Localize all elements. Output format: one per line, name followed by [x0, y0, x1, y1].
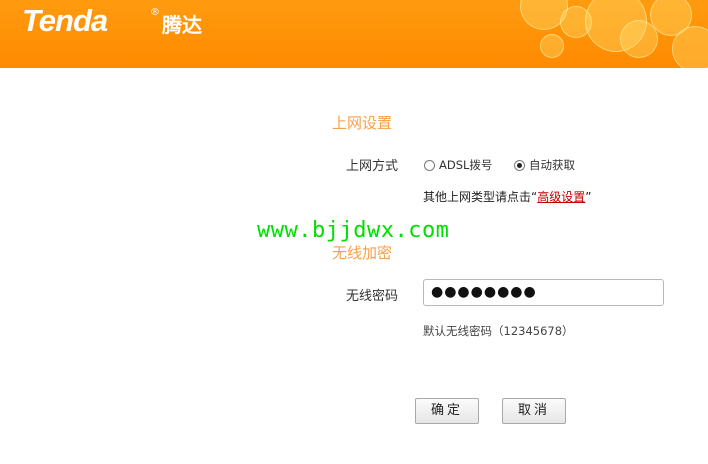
wireless-password-label: 无线密码	[346, 289, 399, 304]
wireless-encryption-title: 无线加密	[332, 244, 393, 262]
brand-logo-cn: 腾达	[162, 13, 202, 37]
header-banner: Tenda ® 腾达	[0, 0, 708, 68]
advanced-settings-hint: 其他上网类型请点击“高级设置”	[423, 190, 592, 204]
watermark-text: www.bjjdwx.com	[257, 218, 450, 243]
confirm-button[interactable]: 确定	[415, 398, 479, 424]
wireless-password-input[interactable]: ●●●●●●●●	[423, 279, 664, 306]
radio-auto-button[interactable]	[514, 159, 525, 171]
radio-adsl[interactable]: ADSL拨号	[424, 157, 492, 173]
connection-mode-label: 上网方式	[346, 159, 399, 174]
advanced-settings-link[interactable]: 高级设置	[537, 190, 585, 204]
radio-auto-label: 自动获取	[529, 158, 575, 172]
default-password-hint: 默认无线密码（12345678）	[423, 324, 574, 338]
radio-adsl-button[interactable]	[424, 159, 435, 171]
radio-adsl-label: ADSL拨号	[439, 158, 493, 172]
advanced-hint-text: 其他上网类型请点击	[423, 190, 532, 204]
registered-mark: ®	[150, 7, 160, 18]
radio-auto[interactable]: 自动获取	[514, 157, 575, 173]
cancel-button[interactable]: 取消	[502, 398, 566, 424]
internet-settings-title: 上网设置	[332, 114, 393, 132]
brand-logo: Tenda	[22, 3, 108, 38]
